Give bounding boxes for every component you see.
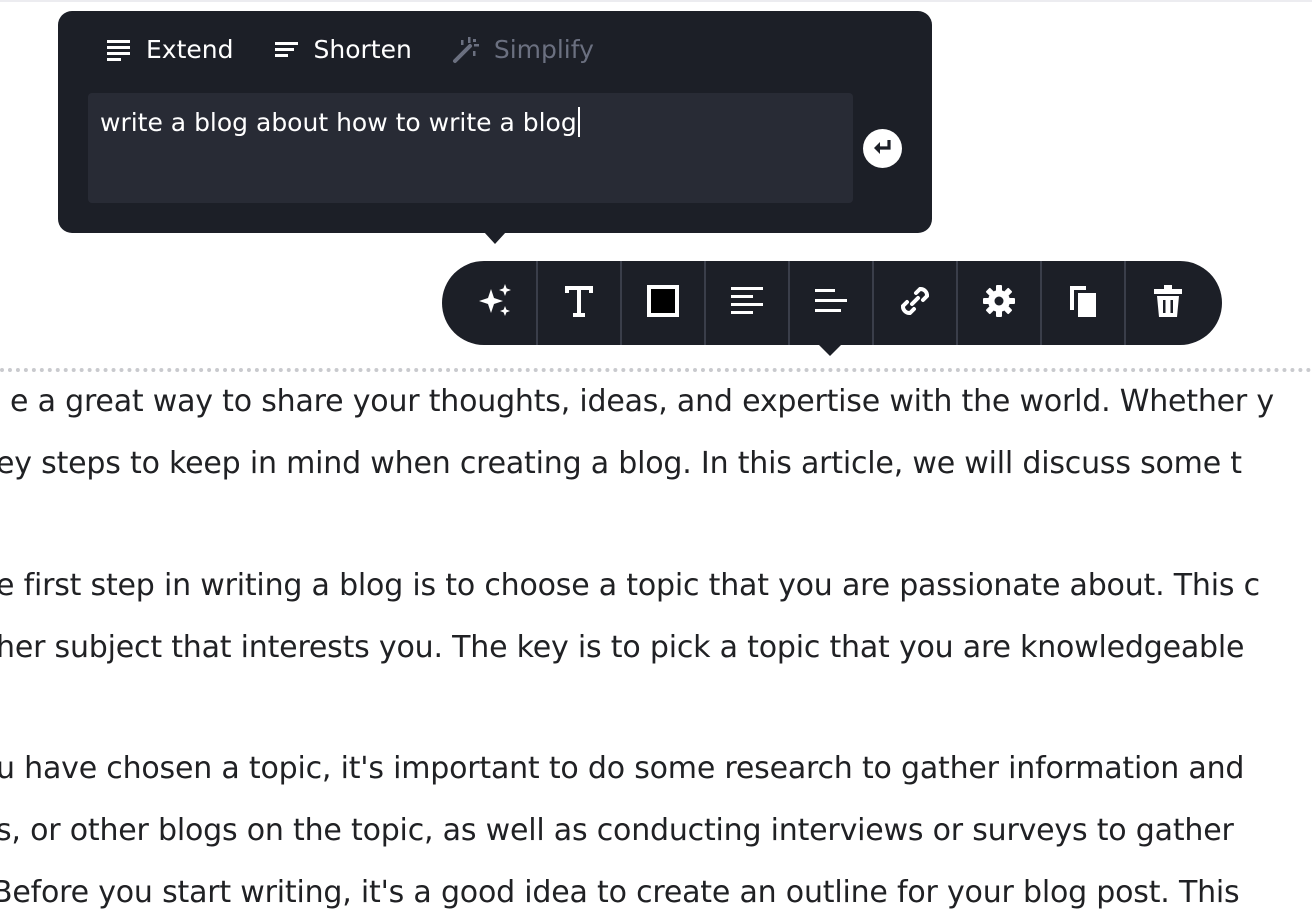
text-style-button[interactable] [538, 261, 622, 345]
article-line: e a great way to share your thoughts, id… [10, 384, 1274, 419]
ai-assist-button[interactable] [454, 261, 538, 345]
article-line: ey steps to keep in mind when creating a… [0, 446, 1242, 481]
article-line: Before you start writing, it's a good id… [0, 875, 1240, 910]
lines-short-icon [274, 41, 300, 59]
block-style-button[interactable] [622, 261, 706, 345]
ai-action-bar: Extend Shorten Simplify [106, 35, 594, 64]
align-left-button[interactable] [706, 261, 790, 345]
article-body[interactable]: e a great way to share your thoughts, id… [0, 372, 1312, 914]
gear-icon [982, 284, 1016, 322]
article-line: e first step in writing a blog is to cho… [0, 568, 1260, 603]
align-center-button[interactable] [790, 261, 874, 345]
magic-wand-icon [452, 36, 480, 64]
simplify-button[interactable]: Simplify [452, 35, 594, 64]
simplify-label: Simplify [493, 35, 594, 64]
prompt-input[interactable]: write a blog about how to write a blog [88, 93, 853, 203]
extend-button[interactable]: Extend [106, 35, 234, 64]
top-edge [0, 0, 1312, 2]
extend-label: Extend [146, 35, 234, 64]
text-icon [563, 284, 595, 322]
ai-prompt-popover: Extend Shorten Simplify write a blog abo… [58, 11, 932, 244]
link-icon [897, 283, 933, 323]
link-button[interactable] [874, 261, 958, 345]
popover-pointer [484, 232, 506, 244]
block-format-toolbar [442, 261, 1222, 356]
shorten-label: Shorten [313, 35, 412, 64]
article-line: s, or other blogs on the topic, as well … [0, 813, 1234, 848]
copy-icon [1068, 284, 1098, 322]
sparkles-icon [477, 283, 513, 323]
square-icon [646, 284, 680, 322]
toolbar-pointer [818, 344, 842, 356]
trash-icon [1153, 284, 1183, 322]
lines-full-icon [106, 39, 132, 61]
article-line: her subject that interests you. The key … [0, 630, 1245, 665]
enter-arrow-icon [872, 138, 894, 160]
settings-button[interactable] [958, 261, 1042, 345]
prompt-text: write a blog about how to write a blog [100, 108, 577, 137]
article-line: u have chosen a topic, it's important to… [0, 751, 1245, 786]
align-center-icon [814, 288, 848, 318]
delete-button[interactable] [1126, 261, 1210, 345]
align-left-icon [730, 286, 764, 320]
text-cursor [577, 107, 580, 137]
duplicate-button[interactable] [1042, 261, 1126, 345]
shorten-button[interactable]: Shorten [274, 35, 412, 64]
submit-prompt-button[interactable] [863, 129, 902, 168]
